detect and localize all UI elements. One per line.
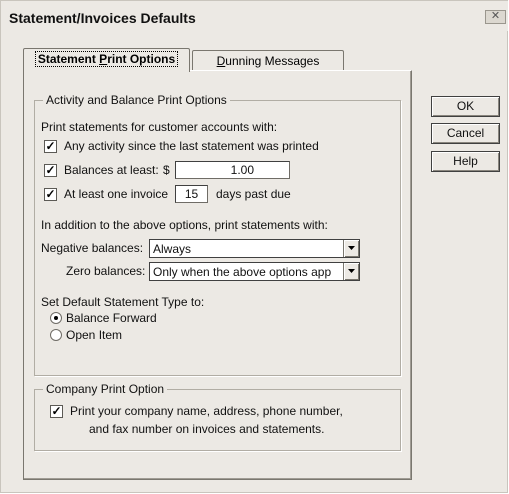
tab-panel: Activity and Balance Print Options Print…	[23, 70, 412, 480]
invoice-past-due-label: At least one invoice	[64, 187, 169, 201]
chevron-down-icon	[348, 246, 355, 250]
negative-balances-select[interactable]: Always	[149, 239, 360, 258]
cancel-button[interactable]: Cancel	[431, 123, 500, 144]
chevron-down-icon	[348, 269, 355, 273]
close-button[interactable]: ✕	[485, 10, 506, 24]
negative-balances-label: Negative balances:	[41, 241, 144, 255]
activity-balance-group: Activity and Balance Print Options Print…	[34, 93, 401, 376]
open-item-radio[interactable]	[50, 329, 62, 341]
open-item-label: Open Item	[66, 328, 123, 342]
balances-at-least-label: Balances at least:	[64, 163, 159, 177]
radio-selected-dot	[54, 316, 58, 320]
help-button[interactable]: Help	[431, 151, 500, 172]
dialog-window: Statement/Invoices Defaults ✕ Statement …	[0, 0, 508, 493]
ok-button[interactable]: OK	[431, 96, 500, 117]
check-icon: ✓	[45, 187, 56, 201]
zero-balances-select[interactable]: Only when the above options app	[149, 262, 360, 281]
negative-balances-value: Always	[153, 242, 192, 256]
zero-balances-value: Only when the above options app	[153, 265, 332, 279]
balance-forward-radio[interactable]	[50, 312, 62, 324]
zero-balances-label: Zero balances:	[66, 264, 146, 278]
addition-text: In addition to the above options, print …	[41, 218, 328, 232]
tab-label-statement-print-options: Statement Print Options	[34, 51, 179, 67]
print-intro-text: Print statements for customer accounts w…	[41, 120, 278, 134]
dropdown-button[interactable]	[343, 263, 359, 280]
tab-label-dunning-messages: Dunning Messages	[216, 54, 320, 68]
check-icon: ✓	[45, 139, 56, 153]
company-print-line1: Print your company name, address, phone …	[70, 404, 343, 418]
currency-symbol: $	[163, 163, 170, 177]
tab-statement-print-options[interactable]: Statement Print Options	[23, 48, 190, 72]
days-past-due-input[interactable]: 15	[175, 185, 208, 203]
invoice-past-due-checkbox[interactable]: ✓	[44, 188, 57, 201]
tab-dunning-messages[interactable]: Dunning Messages	[192, 50, 344, 72]
company-print-group: Company Print Option ✓ Print your compan…	[34, 382, 401, 451]
activity-group-title: Activity and Balance Print Options	[43, 93, 230, 107]
any-activity-checkbox[interactable]: ✓	[44, 140, 57, 153]
company-group-title: Company Print Option	[43, 382, 168, 396]
statement-type-title: Set Default Statement Type to:	[41, 295, 205, 309]
balance-amount-input[interactable]: 1.00	[175, 161, 290, 179]
balance-forward-label: Balance Forward	[66, 311, 157, 325]
close-icon: ✕	[490, 10, 501, 22]
dialog-title: Statement/Invoices Defaults	[9, 10, 196, 26]
days-past-due-label: days past due	[216, 187, 291, 201]
title-bar: Statement/Invoices Defaults ✕	[1, 1, 508, 31]
check-icon: ✓	[45, 163, 56, 177]
check-icon: ✓	[51, 404, 62, 418]
company-print-line2: and fax number on invoices and statement…	[89, 422, 325, 436]
company-print-checkbox[interactable]: ✓	[50, 405, 63, 418]
any-activity-label: Any activity since the last statement wa…	[64, 139, 319, 153]
balances-at-least-checkbox[interactable]: ✓	[44, 164, 57, 177]
dropdown-button[interactable]	[343, 240, 359, 257]
